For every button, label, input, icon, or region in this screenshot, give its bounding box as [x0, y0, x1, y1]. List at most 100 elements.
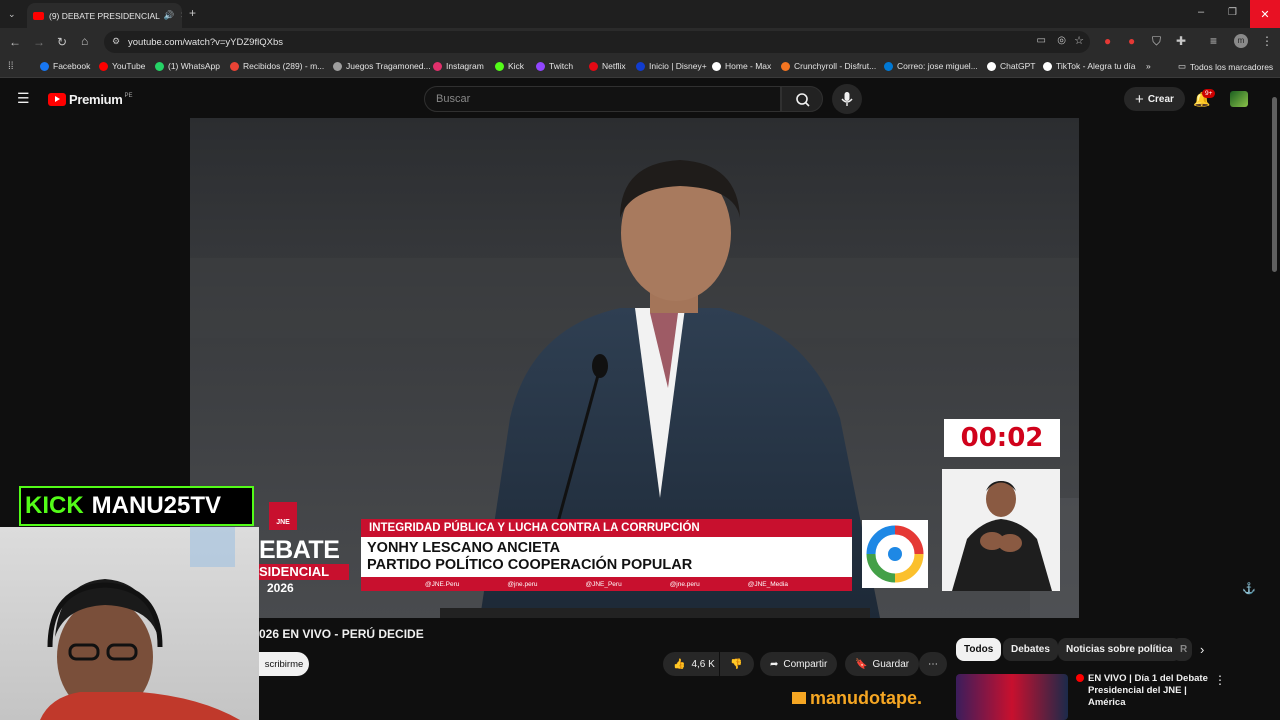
browser-tab-active[interactable]: (9) DEBATE PRESIDENCIAL 🔊 ✕	[27, 3, 182, 28]
subscribe-button[interactable]: scribirme	[259, 652, 309, 676]
address-bar[interactable]: ⚙ youtube.com/watch?v=yYDZ9flQXbs ▭ ◎ ☆	[104, 31, 1090, 53]
window-close-button[interactable]: ✕	[1250, 0, 1280, 28]
party-logo	[862, 520, 928, 588]
bookmarks-bar: ⁞⁞ Facebook YouTube (1) WhatsApp Recibidos …	[0, 55, 1280, 78]
bookmark-item[interactable]: YouTube	[99, 61, 145, 71]
bookmark-label: Recibidos (289) - m...	[243, 61, 325, 71]
minimize-icon[interactable]: –	[1198, 6, 1204, 18]
new-tab-icon[interactable]: +	[189, 7, 196, 19]
related-title: EN VIVO | Día 1 del Debate Presidencial …	[1088, 673, 1208, 708]
youtube-header: ☰ Premium PE Buscar + Crear 🔔 9+	[0, 79, 1280, 119]
bookmark-item[interactable]: Juegos Tragamoned...	[333, 61, 431, 71]
search-input[interactable]: Buscar	[424, 86, 781, 112]
restore-icon[interactable]: ❐	[1228, 7, 1237, 19]
bookmark-favicon-icon	[589, 61, 598, 71]
extension-shield-icon[interactable]: ⛉	[1152, 35, 1161, 47]
chips-next-chevron-icon[interactable]: ›	[1200, 642, 1204, 657]
plus-icon: +	[1135, 90, 1144, 108]
channel-name: MANU25TV	[91, 492, 222, 519]
forward-icon[interactable]: →	[33, 36, 45, 48]
extension-red-icon[interactable]: ●	[1104, 35, 1111, 47]
bookmark-item[interactable]: TikTok - Alegra tu día	[1043, 61, 1136, 71]
bookmark-favicon-icon	[987, 61, 996, 71]
microphone-icon	[841, 92, 853, 106]
bookmarks-overflow-icon[interactable]: »	[1146, 61, 1151, 71]
bookmark-icon: 🔖	[855, 658, 868, 670]
extensions-puzzle-icon[interactable]: ✚	[1176, 35, 1186, 47]
bookmark-label: ChatGPT	[1000, 61, 1036, 71]
bookmark-item[interactable]: Home - Max	[712, 61, 771, 71]
bookmark-item[interactable]: Netflix	[589, 61, 626, 71]
related-thumbnail[interactable]	[956, 674, 1068, 720]
bookmark-label: Instagram	[446, 61, 484, 71]
bookmark-item[interactable]: Crunchyroll - Disfrut...	[781, 61, 876, 71]
related-video-item[interactable]: EN VIVO | Día 1 del Debate Presidencial …	[956, 672, 1276, 720]
bookmark-item[interactable]: Inicio | Disney+	[636, 61, 707, 71]
apps-grid-icon[interactable]: ⁞⁞	[8, 61, 14, 73]
bookmark-item[interactable]: Facebook	[40, 61, 90, 71]
tab-search-chevron-icon[interactable]: ⌄	[8, 8, 16, 20]
more-actions-button[interactable]: ⋯	[919, 652, 947, 676]
extension-record-icon[interactable]: ●	[1128, 35, 1135, 47]
logo-text: Premium	[69, 92, 123, 107]
kick-channel-banner: KICK MANU25TV	[19, 486, 254, 526]
bookmark-favicon-icon	[495, 61, 504, 71]
save-button[interactable]: 🔖 Guardar	[845, 652, 920, 676]
browser-toolbar: ← → ↻ ⌂ ⚙ youtube.com/watch?v=yYDZ9flQXb…	[0, 28, 1280, 55]
thumbs-up-icon: 👍	[673, 658, 686, 670]
bookmark-label: Home - Max	[725, 61, 772, 71]
bookmark-favicon-icon	[333, 61, 342, 71]
url-text: youtube.com/watch?v=yYDZ9flQXbs	[128, 36, 283, 48]
share-label: Compartir	[783, 658, 828, 670]
more-horiz-icon: ⋯	[928, 658, 938, 670]
topic-banner: INTEGRIDAD PÚBLICA Y LUCHA CONTRA LA COR…	[361, 519, 852, 537]
page-scrollbar[interactable]	[1269, 79, 1280, 720]
reload-icon[interactable]: ↻	[57, 36, 67, 48]
bookmark-favicon-icon	[155, 61, 164, 71]
chip-todos[interactable]: Todos	[956, 638, 1002, 661]
dislike-button[interactable]: 👎	[720, 652, 754, 676]
back-icon[interactable]: ←	[9, 36, 21, 48]
scrollbar-thumb[interactable]	[1272, 97, 1277, 272]
share-button[interactable]: ➦ Compartir	[760, 652, 838, 676]
search-button[interactable]	[781, 86, 823, 112]
hamburger-menu-icon[interactable]: ☰	[17, 91, 30, 105]
related-more-icon[interactable]: ⋮	[1214, 673, 1226, 687]
video-settings-corner-icon[interactable]: ⚓	[1242, 582, 1256, 595]
logo-region: PE	[124, 92, 133, 99]
bookmark-favicon-icon	[230, 61, 239, 71]
audio-playing-icon[interactable]: 🔊	[164, 10, 175, 21]
youtube-premium-logo[interactable]: Premium PE	[48, 92, 133, 107]
eye-off-icon[interactable]: ◎	[1057, 35, 1066, 46]
home-icon[interactable]: ⌂	[81, 35, 88, 47]
like-count: 4,6 K	[691, 658, 715, 670]
bookmark-item[interactable]: Twitch	[536, 61, 573, 71]
brand-line2: SIDENCIAL	[259, 564, 349, 580]
media-controls-icon[interactable]: ≡	[1210, 35, 1217, 47]
bookmark-item[interactable]: Kick	[495, 61, 524, 71]
chip-partial[interactable]: R	[1172, 638, 1192, 661]
create-button[interactable]: + Crear	[1124, 87, 1185, 111]
all-bookmarks-button[interactable]: ▭ Todos los marcadores	[1178, 61, 1273, 72]
bookmark-item[interactable]: Correo: jose miguel...	[884, 61, 978, 71]
account-avatar[interactable]	[1230, 91, 1248, 107]
bookmark-item[interactable]: Instagram	[433, 61, 484, 71]
bookmark-item[interactable]: (1) WhatsApp	[155, 61, 220, 71]
chrome-menu-icon[interactable]: ⋮	[1261, 35, 1273, 47]
tab-close-icon[interactable]: ✕	[180, 10, 182, 21]
profile-avatar-icon[interactable]: m	[1234, 34, 1248, 48]
youtube-handle: @JNE_Media	[747, 580, 788, 588]
speaking-timer: 00:02	[944, 419, 1060, 457]
cast-icon[interactable]: ▭	[1037, 35, 1046, 46]
site-info-icon[interactable]: ⚙	[112, 36, 120, 47]
chip-debates[interactable]: Debates	[1003, 638, 1058, 661]
thumbs-down-icon: 👎	[730, 658, 743, 670]
youtube-play-logo-icon	[48, 93, 66, 106]
bookmark-item[interactable]: ChatGPT	[987, 61, 1035, 71]
bookmark-label: Juegos Tragamoned...	[346, 61, 431, 71]
bookmark-star-icon[interactable]: ☆	[1074, 34, 1084, 47]
chip-noticias-politica[interactable]: Noticias sobre política	[1058, 638, 1181, 661]
voice-search-button[interactable]	[832, 84, 862, 114]
like-button[interactable]: 👍 4,6 K	[663, 652, 719, 676]
bookmark-item[interactable]: Recibidos (289) - m...	[230, 61, 324, 71]
